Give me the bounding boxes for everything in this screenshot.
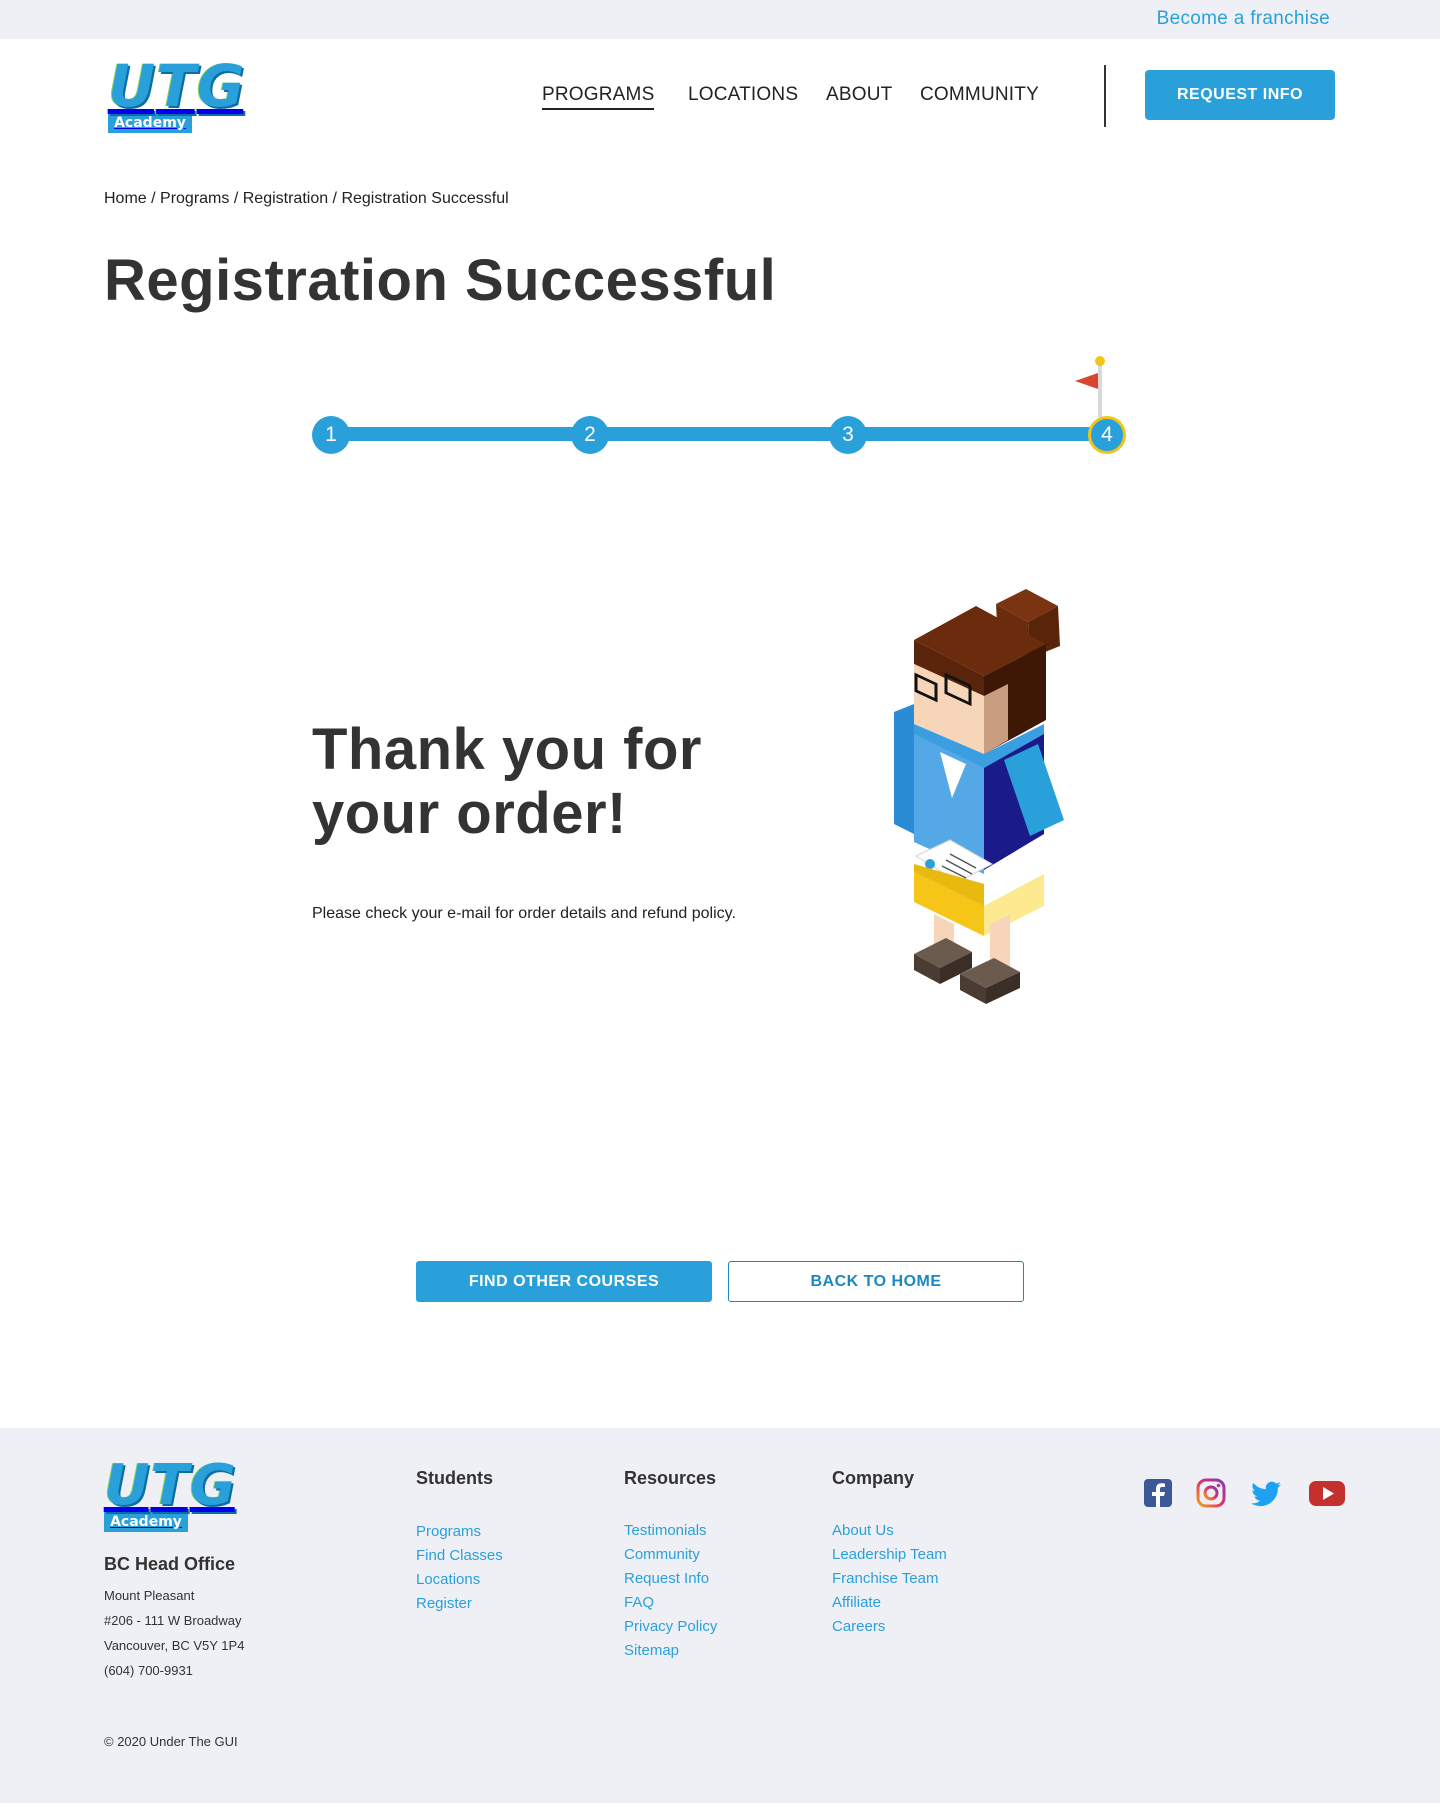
footer-link-request-info[interactable]: Request Info [624,1570,709,1587]
become-franchise-link[interactable]: Become a franchise [1157,8,1330,30]
footer-link-leadership-team[interactable]: Leadership Team [832,1546,947,1563]
utg-academy-logo[interactable]: U T G Academy [108,52,244,133]
footer-logo-letter-t: T [150,1453,188,1518]
office-address-line: Mount Pleasant [104,1588,195,1603]
footer-link-programs[interactable]: Programs [416,1523,481,1540]
footer-col-students-title: Students [416,1468,494,1488]
breadcrumb-separator: / [229,190,243,207]
breadcrumb-programs[interactable]: Programs [160,190,229,207]
footer-logo-academy-label: Academy [104,1512,188,1532]
thank-you-line-1: Thank you for [312,717,702,782]
thank-you-heading: Thank you for your order! [312,718,702,846]
footer-link-faq[interactable]: FAQ [624,1594,654,1611]
back-to-home-button[interactable]: BACK TO HOME [728,1261,1024,1302]
logo-letters: U T G [108,52,244,120]
footer-link-sitemap[interactable]: Sitemap [624,1642,679,1659]
nav-locations[interactable]: LOCATIONS [688,84,798,106]
footer-link-affiliate[interactable]: Affiliate [832,1594,881,1611]
office-phone: (604) 700-9931 [104,1663,193,1678]
office-title: BC Head Office [104,1554,236,1574]
finish-flag-icon [1075,356,1105,417]
facebook-icon[interactable] [1141,1476,1175,1510]
request-info-button[interactable]: REQUEST INFO [1145,70,1335,120]
twitter-icon[interactable] [1249,1476,1283,1510]
footer-logo-letters: U T G [104,1453,236,1518]
office-address-line: Vancouver, BC V5Y 1P4 [104,1638,245,1653]
footer-link-find-classes[interactable]: Find Classes [416,1547,503,1564]
office-address-line: #206 - 111 W Broadway [104,1613,242,1628]
progress-step-3: 3 [829,416,867,454]
footer-logo-letter-g: G [189,1453,236,1518]
footer-link-register[interactable]: Register [416,1595,472,1612]
footer-link-careers[interactable]: Careers [832,1618,885,1635]
order-confirmation-message: Please check your e-mail for order detai… [312,905,736,922]
registration-progress: 1 2 3 4 [312,355,1128,465]
top-bar: Become a franchise [0,0,1440,39]
logo-letter-g: G [196,52,245,120]
breadcrumb-separator: / [146,190,161,207]
breadcrumb-registration[interactable]: Registration [243,190,328,207]
footer-link-testimonials[interactable]: Testimonials [624,1522,707,1539]
site-footer: U T G Academy BC Head Office Mount Pleas… [0,1428,1440,1803]
instagram-icon[interactable] [1194,1476,1228,1510]
nav-community[interactable]: COMMUNITY [920,84,1039,106]
progress-step-2: 2 [571,416,609,454]
logo-letter-u: U [108,52,155,120]
breadcrumb-current: Registration Successful [341,190,509,207]
footer-link-community[interactable]: Community [624,1546,700,1563]
nav-about[interactable]: ABOUT [826,84,892,106]
logo-academy-label: Academy [108,113,192,133]
progress-step-4-current: 4 [1088,416,1126,454]
thank-you-line-2: your order! [312,781,627,846]
footer-col-resources-title: Resources [624,1468,717,1488]
footer-link-franchise-team[interactable]: Franchise Team [832,1570,938,1587]
breadcrumb: Home / Programs / Registration / Registr… [104,190,509,208]
youtube-icon[interactable] [1308,1476,1346,1510]
nav-divider [1104,65,1106,127]
breadcrumb-home[interactable]: Home [104,190,147,207]
progress-step-1: 1 [312,416,350,454]
student-character-illustration [894,589,1064,1004]
progress-track [330,427,1106,441]
site-header: U T G Academy PROGRAMS LOCATIONS ABOUT C… [0,39,1440,151]
copyright: © 2020 Under The GUI [104,1734,238,1749]
footer-logo-letter-u: U [104,1453,149,1518]
footer-link-locations[interactable]: Locations [416,1571,480,1588]
find-other-courses-button[interactable]: FIND OTHER COURSES [416,1261,712,1302]
footer-col-company-title: Company [832,1468,915,1488]
footer-utg-academy-logo[interactable]: U T G Academy [104,1453,236,1532]
breadcrumb-separator: / [328,190,342,207]
footer-link-about-us[interactable]: About Us [832,1522,894,1539]
logo-letter-t: T [156,52,196,120]
page-title: Registration Successful [104,248,777,313]
nav-programs[interactable]: PROGRAMS [542,84,655,110]
footer-link-privacy-policy[interactable]: Privacy Policy [624,1618,717,1635]
